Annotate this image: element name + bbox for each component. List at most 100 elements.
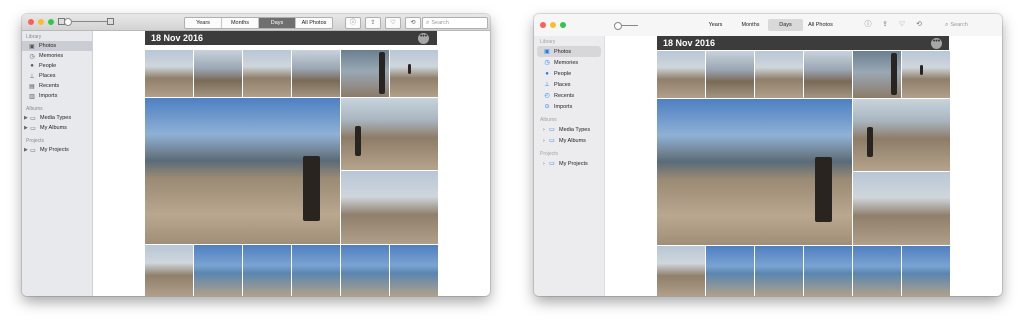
photo-featured[interactable] <box>657 99 852 245</box>
thumbnail-size-slider[interactable] <box>58 18 114 26</box>
photo-featured[interactable] <box>145 98 340 244</box>
sidebar-item-my-projects[interactable]: › ▭ My Projects <box>537 158 601 169</box>
tab-all-photos[interactable]: All Photos <box>296 18 332 28</box>
search-placeholder: Search <box>950 22 968 28</box>
library-section-header: Library <box>26 34 42 40</box>
photo-thumbnail[interactable] <box>706 51 754 98</box>
photo-thumbnail[interactable] <box>804 51 852 98</box>
sidebar-item-label: Recents <box>554 92 575 99</box>
photo-thumbnail[interactable] <box>755 246 803 296</box>
projects-section-header: Projects <box>540 151 559 157</box>
photo-thumbnail[interactable] <box>804 246 852 296</box>
close-button[interactable] <box>28 19 34 25</box>
photo-thumbnail[interactable] <box>292 50 340 97</box>
search-field[interactable]: ⌕ Search <box>942 20 998 30</box>
photo-thumbnail[interactable] <box>902 51 950 98</box>
sidebar-item-memories[interactable]: ◷ Memories <box>537 57 601 68</box>
sidebar-item-media-types[interactable]: › ▭ Media Types <box>537 124 601 135</box>
person-figure <box>867 127 873 157</box>
tab-days[interactable]: Days <box>768 19 803 31</box>
sidebar-item-my-projects[interactable]: ▶ ▭ My Projects <box>22 145 92 155</box>
photo-thumbnail[interactable] <box>902 246 950 296</box>
slider-knob[interactable] <box>64 18 72 26</box>
people-icon: ● <box>30 63 34 69</box>
tab-all-photos[interactable]: All Photos <box>803 19 838 31</box>
photo-thumbnail[interactable] <box>755 51 803 98</box>
recents-icon: ◴ <box>544 93 550 99</box>
photo-thumbnail[interactable] <box>853 172 950 245</box>
photo-thumbnail[interactable] <box>145 245 193 296</box>
sidebar-item-recents[interactable]: ◴ Recents <box>537 90 601 101</box>
photos-icon: ▣ <box>29 43 35 50</box>
minimize-button[interactable] <box>38 19 44 25</box>
rotate-icon[interactable]: ⟲ <box>405 17 421 29</box>
photo-thumbnail[interactable] <box>194 50 242 97</box>
tab-months[interactable]: Months <box>222 18 259 28</box>
photo-thumbnail[interactable] <box>390 245 438 296</box>
tab-years[interactable]: Years <box>698 19 733 31</box>
photo-thumbnail[interactable] <box>243 245 291 296</box>
photo-thumbnail[interactable] <box>341 245 389 296</box>
photo-thumbnail[interactable] <box>853 246 901 296</box>
title-bar: Years Months Days All Photos ⓘ ⇪ ♡ ⟲ ⌕ S… <box>534 14 1002 37</box>
minimize-button[interactable] <box>550 22 556 28</box>
large-square-icon <box>107 18 114 25</box>
zoom-button[interactable] <box>48 19 54 25</box>
photo-thumbnail[interactable] <box>853 99 950 171</box>
sidebar-item-places[interactable]: ⊥ Places <box>537 79 601 90</box>
photo-thumbnail[interactable] <box>145 50 193 97</box>
sidebar-item-media-types[interactable]: ▶ ▭ Media Types <box>22 113 92 123</box>
photo-thumbnail[interactable] <box>706 246 754 296</box>
zoom-button[interactable] <box>560 22 566 28</box>
sidebar-item-my-albums[interactable]: › ▭ My Albums <box>537 135 601 146</box>
more-button[interactable]: ••• <box>931 38 942 49</box>
photo-thumbnail[interactable] <box>390 50 438 97</box>
sidebar-item-people[interactable]: ● People <box>537 68 601 79</box>
photo-thumbnail[interactable] <box>657 246 705 296</box>
search-field[interactable]: ⌕ Search <box>422 17 488 29</box>
sidebar-item-photos[interactable]: ▣ Photos <box>537 46 601 57</box>
close-button[interactable] <box>540 22 546 28</box>
person-figure <box>303 156 320 221</box>
sidebar-item-recents[interactable]: ▤ Recents <box>22 81 92 91</box>
slider-knob[interactable] <box>614 22 622 30</box>
heart-icon[interactable]: ♡ <box>385 17 401 29</box>
tab-months[interactable]: Months <box>733 19 768 31</box>
sidebar-item-label: Imports <box>39 93 58 99</box>
sidebar-item-imports[interactable]: ⊙ Imports <box>537 101 601 112</box>
heart-icon[interactable]: ♡ <box>897 19 907 29</box>
tab-years[interactable]: Years <box>185 18 222 28</box>
folder-icon: ▭ <box>30 125 36 132</box>
photo-thumbnail[interactable] <box>243 50 291 97</box>
places-icon: ⊥ <box>544 82 550 88</box>
more-button[interactable]: ••• <box>418 33 429 44</box>
window-controls <box>540 22 566 28</box>
folder-icon: ▭ <box>549 161 555 167</box>
photo-thumbnail[interactable] <box>853 51 901 98</box>
photo-thumbnail[interactable] <box>292 245 340 296</box>
view-tabs: Years Months Days All Photos <box>184 17 333 29</box>
places-icon: ⊥ <box>29 73 35 80</box>
photos-window-modern: Years Months Days All Photos ⓘ ⇪ ♡ ⟲ ⌕ S… <box>534 14 1002 296</box>
folder-icon: ▭ <box>30 147 36 154</box>
photo-thumbnail[interactable] <box>194 245 242 296</box>
tab-days[interactable]: Days <box>259 18 296 28</box>
photo-thumbnail[interactable] <box>657 51 705 98</box>
sidebar-item-places[interactable]: ⊥ Places <box>22 71 92 81</box>
thumbnail-size-slider[interactable] <box>608 22 644 30</box>
sidebar-item-imports[interactable]: ▥ Imports <box>22 91 92 101</box>
sidebar-item-people[interactable]: ● People <box>22 61 92 71</box>
share-icon[interactable]: ⇪ <box>880 19 890 29</box>
info-icon[interactable]: ⓘ <box>863 19 873 29</box>
photo-thumbnail[interactable] <box>341 98 438 170</box>
info-icon[interactable]: ⓘ <box>345 17 361 29</box>
sidebar-item-memories[interactable]: ◷ Memories <box>22 51 92 61</box>
photo-thumbnail[interactable] <box>341 50 389 97</box>
photo-thumbnail[interactable] <box>341 171 438 244</box>
rotate-icon[interactable]: ⟲ <box>914 19 924 29</box>
sidebar-item-my-albums[interactable]: ▶ ▭ My Albums <box>22 123 92 133</box>
person-figure <box>815 157 832 222</box>
share-icon[interactable]: ⇪ <box>365 17 381 29</box>
sidebar-item-photos[interactable]: ▣ Photos <box>22 41 92 51</box>
photo-grid: 18 Nov 2016 ••• <box>605 36 1002 296</box>
